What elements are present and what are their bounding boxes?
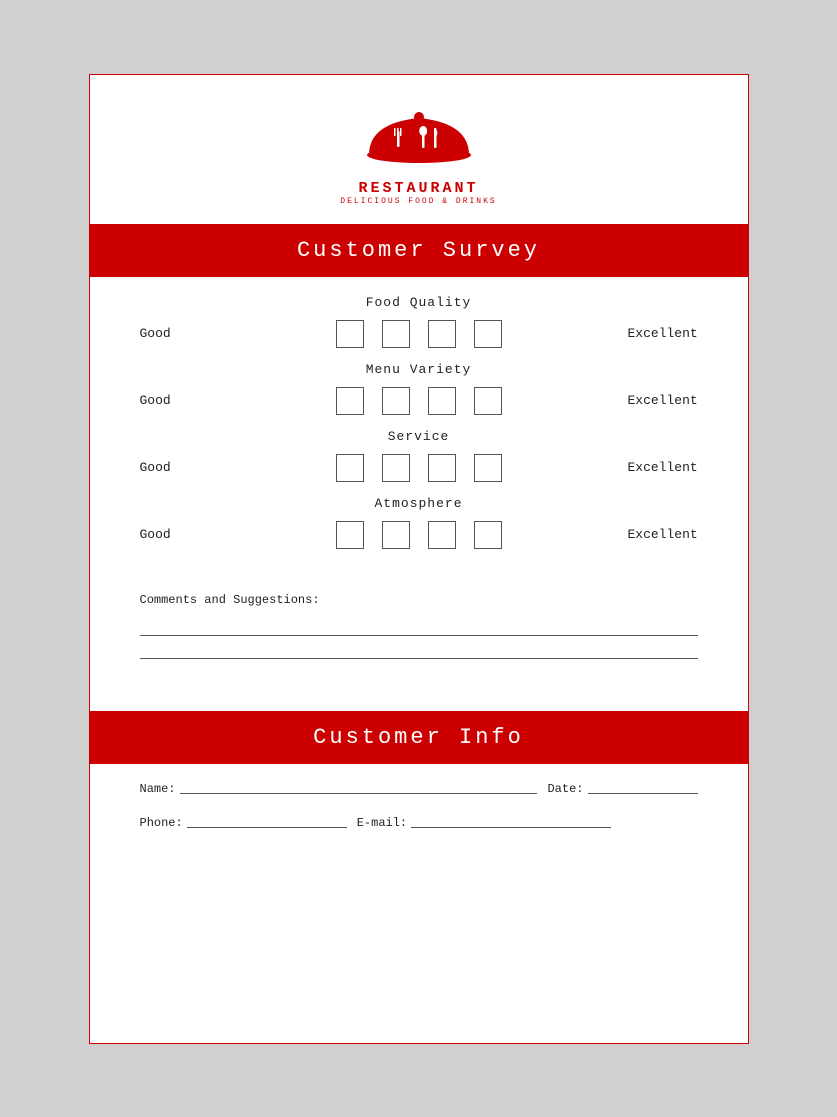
rating-group-food-quality: Food Quality Good Excellent <box>140 295 698 348</box>
comments-section: Comments and Suggestions: <box>90 583 748 711</box>
menu-variety-label: Menu Variety <box>140 362 698 377</box>
survey-section: Food Quality Good Excellent Menu Variety… <box>90 277 748 583</box>
food-quality-left: Good <box>140 326 210 341</box>
food-quality-box-3[interactable] <box>428 320 456 348</box>
info-section: Name: Date: Phone: E-mail: <box>90 764 748 874</box>
info-row-name-date: Name: Date: <box>140 782 698 796</box>
info-banner: Customer Info <box>90 711 748 764</box>
service-label: Service <box>140 429 698 444</box>
service-box-1[interactable] <box>336 454 364 482</box>
date-label: Date: <box>547 782 583 796</box>
name-label: Name: <box>140 782 176 796</box>
name-line[interactable] <box>180 793 538 794</box>
service-row: Good Excellent <box>140 454 698 482</box>
date-field: Date: <box>547 782 697 796</box>
service-box-3[interactable] <box>428 454 456 482</box>
rating-group-menu-variety: Menu Variety Good Excellent <box>140 362 698 415</box>
menu-variety-box-4[interactable] <box>474 387 502 415</box>
atmosphere-row: Good Excellent <box>140 521 698 549</box>
atmosphere-right: Excellent <box>628 527 698 542</box>
rating-group-service: Service Good Excellent <box>140 429 698 482</box>
atmosphere-box-3[interactable] <box>428 521 456 549</box>
menu-variety-checkboxes <box>210 387 628 415</box>
atmosphere-left: Good <box>140 527 210 542</box>
email-line[interactable] <box>411 827 611 828</box>
logo-section: RESTAURANT DELICIOUS FOOD & DRINKS <box>90 75 748 224</box>
food-quality-checkboxes <box>210 320 628 348</box>
survey-page: RESTAURANT DELICIOUS FOOD & DRINKS Custo… <box>89 74 749 1044</box>
phone-label: Phone: <box>140 816 183 830</box>
atmosphere-box-2[interactable] <box>382 521 410 549</box>
food-quality-box-2[interactable] <box>382 320 410 348</box>
rating-group-atmosphere: Atmosphere Good Excellent <box>140 496 698 549</box>
service-box-2[interactable] <box>382 454 410 482</box>
comment-line-2 <box>140 658 698 659</box>
menu-variety-box-3[interactable] <box>428 387 456 415</box>
atmosphere-box-1[interactable] <box>336 521 364 549</box>
phone-line[interactable] <box>187 827 347 828</box>
food-quality-box-1[interactable] <box>336 320 364 348</box>
service-box-4[interactable] <box>474 454 502 482</box>
food-quality-box-4[interactable] <box>474 320 502 348</box>
restaurant-name: RESTAURANT <box>358 180 478 197</box>
atmosphere-box-4[interactable] <box>474 521 502 549</box>
restaurant-tagline: DELICIOUS FOOD & DRINKS <box>340 197 496 206</box>
atmosphere-label: Atmosphere <box>140 496 698 511</box>
menu-variety-row: Good Excellent <box>140 387 698 415</box>
service-left: Good <box>140 460 210 475</box>
name-field: Name: <box>140 782 538 796</box>
comments-label: Comments and Suggestions: <box>140 593 698 607</box>
phone-field: Phone: <box>140 816 347 830</box>
restaurant-logo-icon <box>359 103 479 178</box>
comment-line-1 <box>140 635 698 636</box>
menu-variety-left: Good <box>140 393 210 408</box>
date-line[interactable] <box>588 793 698 794</box>
food-quality-right: Excellent <box>628 326 698 341</box>
atmosphere-checkboxes <box>210 521 628 549</box>
service-right: Excellent <box>628 460 698 475</box>
email-field: E-mail: <box>357 816 611 830</box>
menu-variety-right: Excellent <box>628 393 698 408</box>
food-quality-label: Food Quality <box>140 295 698 310</box>
service-checkboxes <box>210 454 628 482</box>
menu-variety-box-1[interactable] <box>336 387 364 415</box>
email-label: E-mail: <box>357 816 407 830</box>
menu-variety-box-2[interactable] <box>382 387 410 415</box>
food-quality-row: Good Excellent <box>140 320 698 348</box>
info-row-phone-email: Phone: E-mail: <box>140 816 698 830</box>
survey-banner: Customer Survey <box>90 224 748 277</box>
